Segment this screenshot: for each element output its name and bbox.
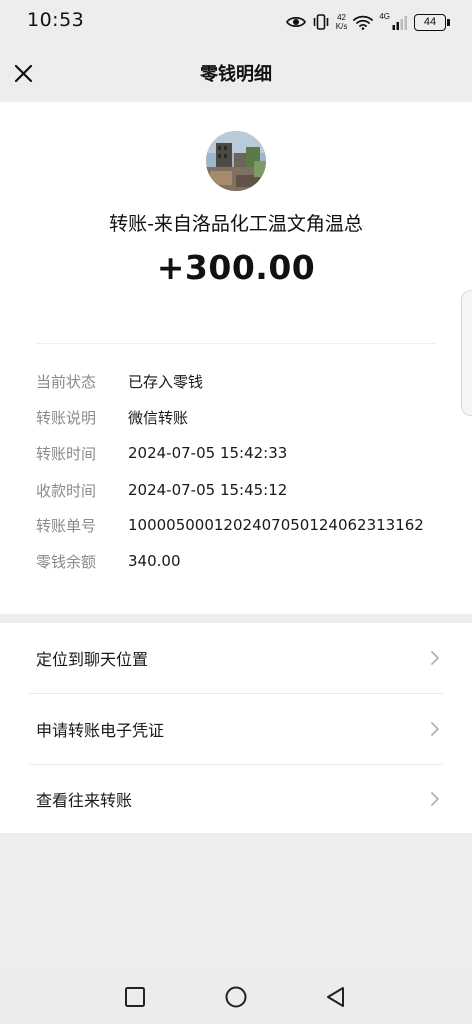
wifi-icon bbox=[353, 15, 374, 30]
transfer-title: 转账-来自洛品化工温文角温总 bbox=[109, 213, 363, 235]
detail-value[interactable]: 1000050001202407050124062313162 bbox=[128, 516, 424, 534]
signal-icon bbox=[392, 15, 407, 30]
locate-chat-button[interactable]: 定位到聊天位置 bbox=[0, 623, 472, 693]
screen: 10:53 42 K/s 4G 44 零钱明细 转账-来自洛品化工温文角温总 +… bbox=[0, 0, 472, 1024]
transfer-card: 转账-来自洛品化工温文角温总 +300.00 当前状态 已存入零钱 转账说明 微… bbox=[0, 102, 472, 614]
status-time: 10:53 bbox=[27, 9, 85, 31]
chevron-right-icon bbox=[431, 722, 439, 736]
home-icon[interactable] bbox=[223, 984, 249, 1010]
detail-label: 转账时间 bbox=[36, 444, 97, 463]
detail-row-receive-time: 收款时间 2024-07-05 15:45:12 bbox=[36, 478, 287, 502]
page-title: 零钱明细 bbox=[200, 64, 272, 85]
transfer-amount: +300.00 bbox=[156, 248, 316, 287]
net-speed-unit: K/s bbox=[335, 22, 348, 31]
detail-row-balance: 零钱余额 340.00 bbox=[36, 549, 181, 573]
avatar[interactable] bbox=[206, 131, 266, 191]
detail-value: 已存入零钱 bbox=[128, 372, 204, 391]
chevron-right-icon bbox=[431, 792, 439, 806]
chevron-right-icon bbox=[431, 651, 439, 665]
detail-row-description: 转账说明 微信转账 bbox=[36, 405, 188, 429]
divider bbox=[36, 343, 436, 344]
avatar-image bbox=[206, 131, 266, 191]
battery-icon: 44 bbox=[414, 13, 450, 31]
detail-row-order-number: 转账单号 1000050001202407050124062313162 bbox=[36, 513, 424, 537]
vibrate-icon bbox=[313, 14, 329, 30]
nav-bar: 零钱明细 bbox=[0, 44, 472, 102]
detail-label: 当前状态 bbox=[36, 372, 97, 391]
detail-value: 340.00 bbox=[128, 552, 181, 570]
detail-value: 2024-07-05 15:42:33 bbox=[128, 444, 288, 462]
eye-icon bbox=[285, 16, 306, 28]
actions-card: 定位到聊天位置 申请转账电子凭证 查看往来转账 bbox=[0, 623, 472, 833]
action-label: 查看往来转账 bbox=[36, 791, 133, 810]
detail-row-status: 当前状态 已存入零钱 bbox=[36, 369, 203, 393]
net-speed-value: 42 bbox=[337, 13, 346, 22]
detail-label: 转账说明 bbox=[36, 408, 97, 427]
view-transfers-button[interactable]: 查看往来转账 bbox=[0, 764, 472, 834]
apply-voucher-button[interactable]: 申请转账电子凭证 bbox=[0, 694, 472, 764]
detail-label: 零钱余额 bbox=[36, 552, 97, 571]
system-nav-bar bbox=[0, 970, 472, 1024]
status-icons: 42 K/s 4G 44 bbox=[285, 10, 450, 34]
action-label: 申请转账电子凭证 bbox=[36, 721, 165, 740]
detail-row-transfer-time: 转账时间 2024-07-05 15:42:33 bbox=[36, 441, 287, 465]
edge-panel-handle[interactable] bbox=[461, 290, 472, 416]
recent-apps-icon[interactable] bbox=[122, 984, 148, 1010]
detail-value: 微信转账 bbox=[128, 408, 189, 427]
net-speed: 42 K/s bbox=[336, 13, 348, 31]
action-label: 定位到聊天位置 bbox=[36, 650, 149, 669]
detail-value: 2024-07-05 15:45:12 bbox=[128, 481, 288, 499]
signal-label: 4G bbox=[379, 11, 390, 21]
status-bar: 10:53 42 K/s 4G 44 bbox=[0, 0, 472, 44]
back-icon[interactable] bbox=[323, 984, 349, 1010]
detail-label: 收款时间 bbox=[36, 481, 97, 500]
detail-label: 转账单号 bbox=[36, 516, 97, 535]
